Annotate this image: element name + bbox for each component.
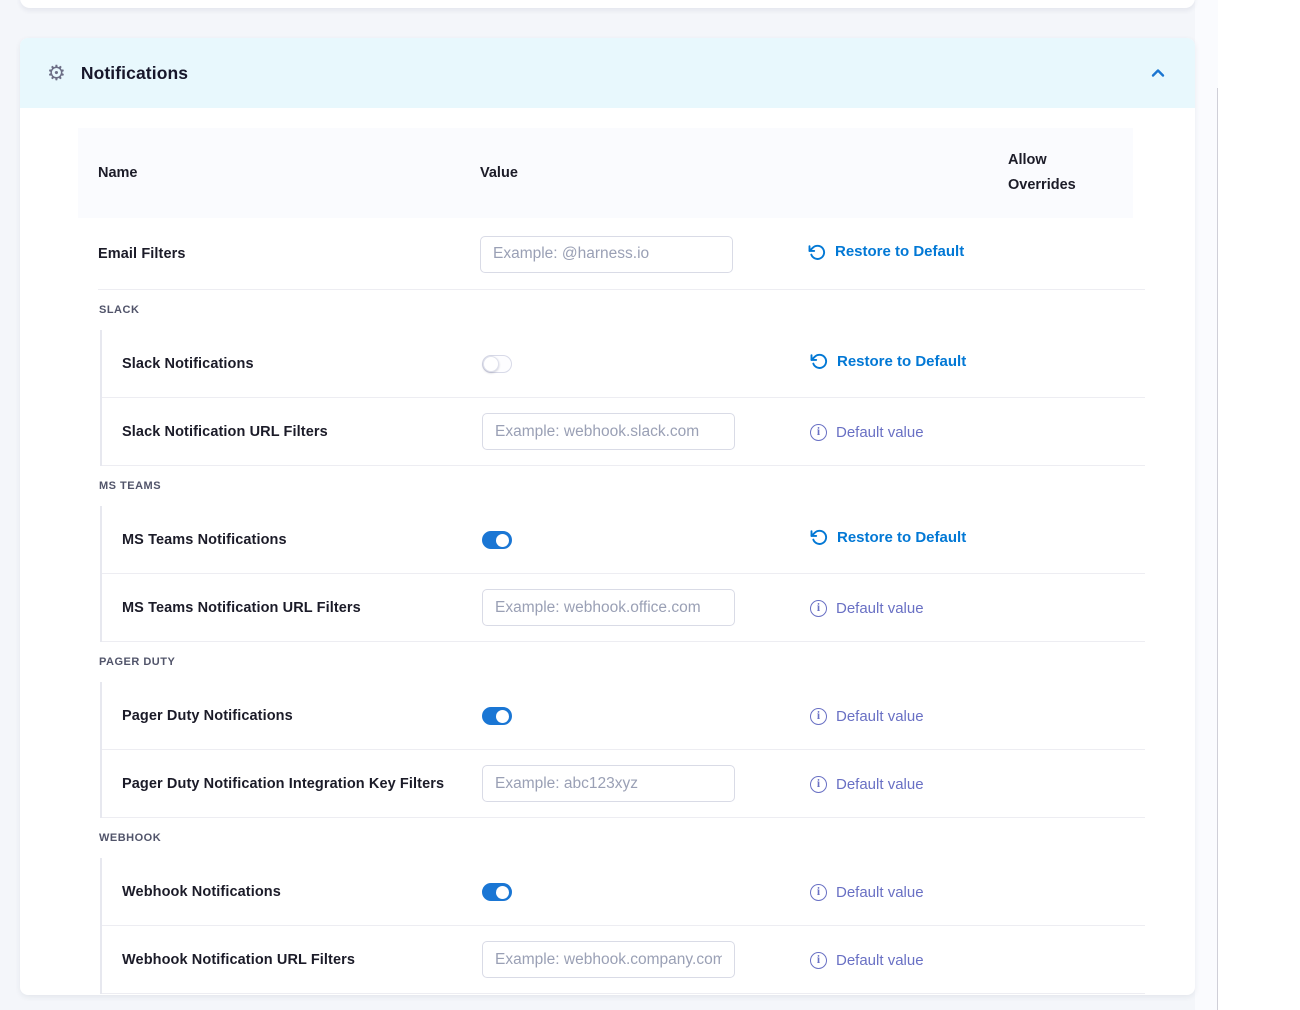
slack-url-filters-input[interactable] — [482, 413, 735, 450]
collapse-section-button[interactable] — [1145, 60, 1171, 86]
ms-teams-url-filters-input[interactable] — [482, 589, 735, 626]
pager-duty-key-filters-input[interactable] — [482, 765, 735, 802]
setting-label: MS Teams Notifications — [102, 532, 482, 548]
setting-label: Webhook Notifications — [102, 884, 482, 900]
default-value-indicator[interactable]: Default value — [810, 424, 924, 441]
webhook-notifications-toggle[interactable] — [482, 883, 512, 901]
notifications-section-header[interactable]: ⚙ Notifications — [20, 38, 1195, 108]
pager-duty-notifications-toggle[interactable] — [482, 707, 512, 725]
default-value-indicator[interactable]: Default value — [810, 776, 924, 793]
info-icon — [810, 708, 827, 725]
action-label: Default value — [836, 952, 924, 969]
table-row-msteams-notifications: MS Teams Notifications — [102, 506, 1145, 574]
table-row-slack-notifications: Slack Notifications — [102, 330, 1145, 398]
table-row-pagerduty-key-filters: Pager Duty Notification Integration Key … — [102, 750, 1145, 818]
group-slack: Slack Notifications — [100, 330, 1145, 466]
column-header-allow-overrides: Allow Overrides — [1008, 148, 1100, 198]
default-value-indicator[interactable]: Default value — [810, 952, 924, 969]
setting-label: Slack Notification URL Filters — [102, 424, 482, 440]
restore-to-default-link[interactable]: Restore to Default — [810, 528, 966, 546]
group-label-ms-teams: MS TEAMS — [78, 466, 1145, 506]
setting-label: Pager Duty Notification Integration Key … — [102, 776, 482, 792]
setting-label: MS Teams Notification URL Filters — [102, 600, 482, 616]
slack-notifications-toggle[interactable] — [482, 355, 512, 373]
group-label-slack: SLACK — [78, 290, 1145, 330]
webhook-url-filters-input[interactable] — [482, 941, 735, 978]
table-row-webhook-url-filters: Webhook Notification URL Filters Default… — [102, 926, 1145, 994]
action-label: Default value — [836, 600, 924, 617]
restore-to-default-link[interactable]: Restore to Default — [808, 243, 964, 261]
info-icon — [810, 952, 827, 969]
settings-page: ⚙ Notifications Name Value Allow Overrid… — [0, 0, 1300, 1010]
column-header-value: Value — [480, 165, 808, 181]
table-row-webhook-notifications: Webhook Notifications Default value — [102, 858, 1145, 926]
default-value-indicator[interactable]: Default value — [810, 708, 924, 725]
toggle-knob — [496, 886, 509, 899]
setting-label: Pager Duty Notifications — [102, 708, 482, 724]
action-label: Default value — [836, 776, 924, 793]
restore-to-default-link[interactable]: Restore to Default — [810, 352, 966, 370]
table-row-msteams-url-filters: MS Teams Notification URL Filters Defaul… — [102, 574, 1145, 642]
table-row-pagerduty-notifications: Pager Duty Notifications Default value — [102, 682, 1145, 750]
action-label: Default value — [836, 708, 924, 725]
gear-icon: ⚙ — [47, 63, 66, 84]
table-row-slack-url-filters: Slack Notification URL Filters Default v… — [102, 398, 1145, 466]
group-pager-duty: Pager Duty Notifications Default value — [100, 682, 1145, 818]
setting-label: Webhook Notification URL Filters — [102, 952, 482, 968]
action-label: Restore to Default — [837, 529, 966, 546]
column-header-name: Name — [78, 165, 480, 181]
group-label-webhook: WEBHOOK — [78, 818, 1145, 858]
settings-table: Name Value Allow Overrides Email Filters — [78, 128, 1145, 994]
toggle-knob — [496, 710, 509, 723]
section-title: Notifications — [81, 63, 188, 84]
notifications-section-card: ⚙ Notifications Name Value Allow Overrid… — [20, 38, 1195, 995]
right-gutter — [1195, 0, 1218, 1010]
restore-icon — [808, 243, 826, 261]
group-label-pager-duty: PAGER DUTY — [78, 642, 1145, 682]
restore-icon — [810, 528, 828, 546]
table-row-email-filters: Email Filters Restore to Default — [78, 218, 1145, 290]
group-ms-teams: MS Teams Notifications — [100, 506, 1145, 642]
table-header-row: Name Value Allow Overrides — [78, 128, 1133, 218]
info-icon — [810, 424, 827, 441]
setting-label: Slack Notifications — [102, 356, 482, 372]
default-value-indicator[interactable]: Default value — [810, 600, 924, 617]
toggle-knob — [496, 534, 509, 547]
info-icon — [810, 600, 827, 617]
info-icon — [810, 884, 827, 901]
email-filters-input[interactable] — [480, 236, 733, 273]
action-label: Default value — [836, 424, 924, 441]
toggle-knob — [483, 356, 499, 372]
previous-section-card-edge — [20, 0, 1195, 8]
action-label: Default value — [836, 884, 924, 901]
panel-divider — [1217, 88, 1218, 1010]
group-webhook: Webhook Notifications Default value — [100, 858, 1145, 994]
restore-icon — [810, 352, 828, 370]
default-value-indicator[interactable]: Default value — [810, 884, 924, 901]
chevron-up-icon — [1148, 63, 1168, 83]
setting-label: Email Filters — [78, 246, 480, 262]
action-label: Restore to Default — [837, 353, 966, 370]
action-label: Restore to Default — [835, 243, 964, 260]
ms-teams-notifications-toggle[interactable] — [482, 531, 512, 549]
info-icon — [810, 776, 827, 793]
